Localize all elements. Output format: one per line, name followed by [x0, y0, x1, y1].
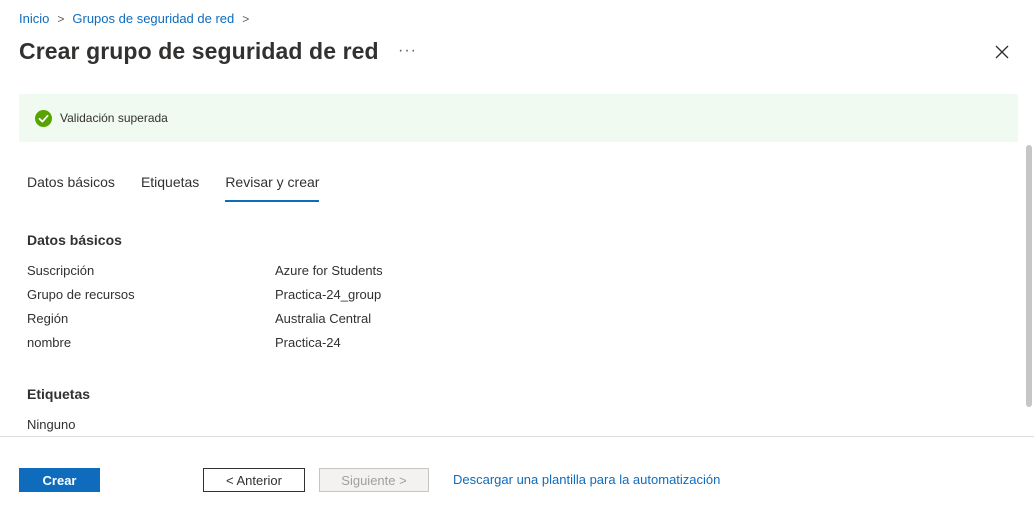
summary-row-value: Practica-24_group — [275, 287, 382, 302]
summary-row: Suscripción Azure for Students — [27, 263, 383, 278]
previous-button[interactable]: < Anterior — [203, 468, 305, 492]
chevron-right-icon: > — [57, 11, 65, 26]
tab-basics[interactable]: Datos básicos — [27, 174, 115, 202]
download-template-link[interactable]: Descargar una plantilla para la automati… — [453, 472, 720, 487]
tab-bar: Datos básicos Etiquetas Revisar y crear — [27, 174, 345, 202]
tags-section-title: Etiquetas — [27, 386, 91, 402]
page-title: Crear grupo de seguridad de red — [19, 38, 379, 64]
breadcrumb: Inicio > Grupos de seguridad de red > — [19, 11, 257, 26]
summary-row-label: Suscripción — [27, 263, 95, 278]
more-options-button[interactable]: ··· — [398, 42, 417, 60]
summary-row-value: Azure for Students — [275, 263, 383, 278]
summary-row-label: nombre — [27, 335, 72, 350]
summary-row-value: Australia Central — [275, 311, 372, 326]
chevron-right-icon: > — [242, 11, 250, 26]
breadcrumb-home-link[interactable]: Inicio — [19, 11, 49, 26]
summary-row: nombre Practica-24 — [27, 335, 341, 350]
close-button[interactable] — [992, 42, 1012, 62]
footer-divider — [0, 436, 1034, 437]
summary-row-label: Grupo de recursos — [27, 287, 135, 302]
next-button[interactable]: Siguiente > — [319, 468, 429, 492]
summary-row: Región Australia Central — [27, 311, 371, 326]
create-button[interactable]: Crear — [19, 468, 100, 492]
breadcrumb-parent-link[interactable]: Grupos de seguridad de red — [72, 11, 234, 26]
summary-row: Grupo de recursos Practica-24_group — [27, 287, 381, 302]
validation-banner: Validación superada — [19, 94, 1018, 142]
vertical-scrollbar[interactable] — [1026, 145, 1032, 407]
check-circle-icon — [35, 109, 52, 127]
close-icon — [995, 45, 1009, 59]
validation-message: Validación superada — [60, 111, 168, 125]
basics-section-title: Datos básicos — [27, 232, 122, 248]
summary-row-value: Practica-24 — [275, 335, 341, 350]
tags-value: Ninguno — [27, 417, 76, 432]
tab-tags[interactable]: Etiquetas — [141, 174, 199, 202]
tab-review-create[interactable]: Revisar y crear — [225, 174, 320, 202]
summary-row-label: Región — [27, 311, 69, 326]
